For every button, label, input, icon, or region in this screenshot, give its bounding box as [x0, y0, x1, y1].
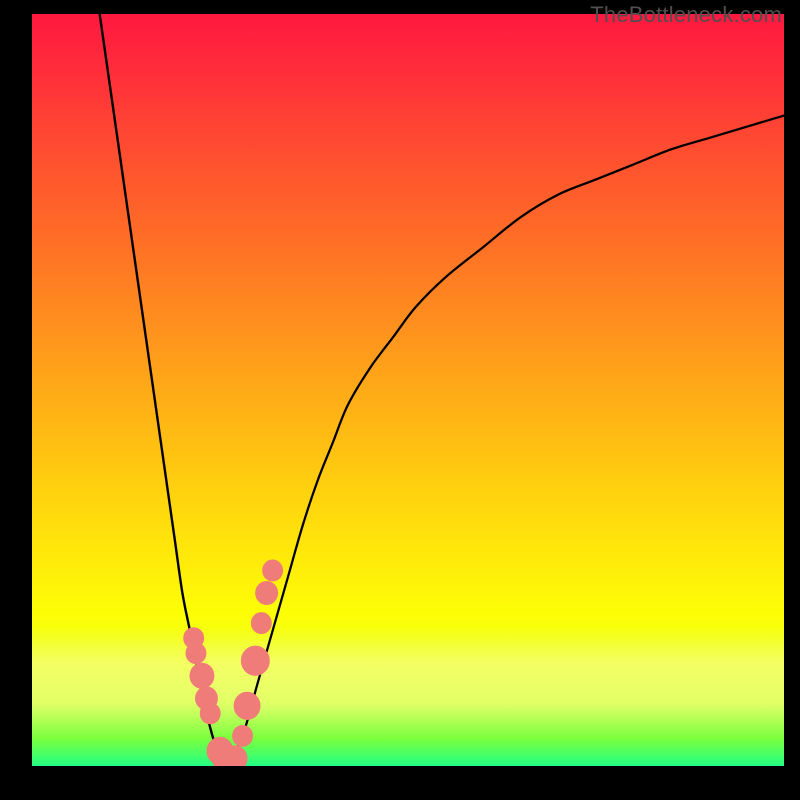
- chart-dot: [200, 703, 220, 724]
- chart-dot: [234, 692, 260, 719]
- chart-dot: [263, 560, 283, 581]
- chart-dot: [256, 581, 278, 604]
- chart-dot: [251, 613, 271, 634]
- chart-dot: [233, 725, 253, 746]
- chart-dot: [190, 663, 214, 688]
- chart-plot-area: [32, 14, 784, 766]
- chart-canvas: TheBottleneck.com: [0, 0, 800, 800]
- watermark: TheBottleneck.com: [590, 2, 782, 28]
- chart-dot: [186, 643, 206, 664]
- chart-dot: [241, 646, 269, 675]
- chart-green-band: [32, 627, 784, 766]
- chart-dot: [223, 746, 247, 766]
- chart-svg: [32, 14, 784, 766]
